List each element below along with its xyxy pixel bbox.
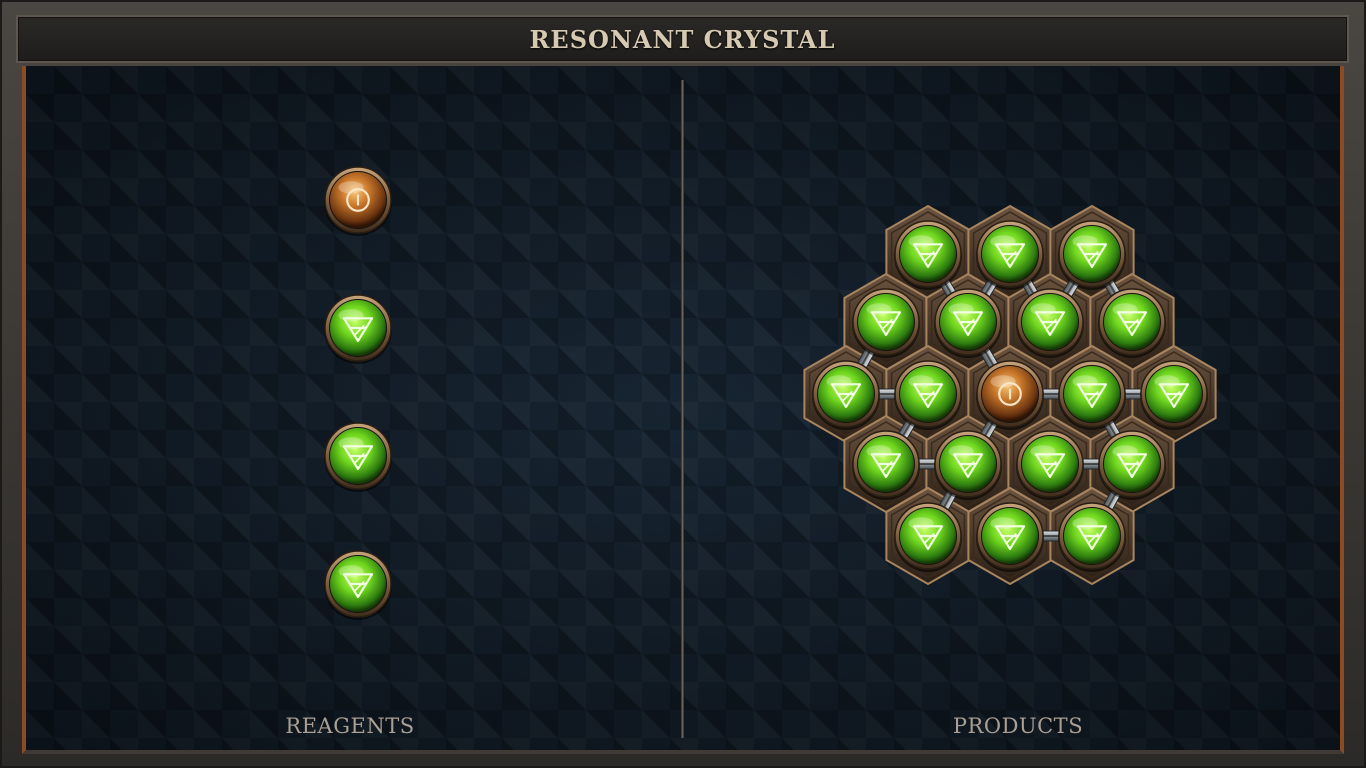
- earth-triangle-icon: [342, 317, 374, 343]
- window-title: RESONANT CRYSTAL: [529, 24, 836, 54]
- reagents-label: REAGENTS: [285, 714, 415, 738]
- products-label: PRODUCTS: [952, 714, 1084, 738]
- reagent-orb-green[interactable]: [319, 289, 397, 367]
- reagent-orb-green[interactable]: [319, 417, 397, 495]
- earth-triangle-icon: [342, 445, 374, 471]
- earth-triangle-icon: [342, 573, 374, 599]
- reagent-orb-amber[interactable]: [319, 161, 397, 239]
- circle-symbol-icon: [346, 188, 370, 212]
- reagent-orb-green[interactable]: [319, 545, 397, 623]
- title-bar: RESONANT CRYSTAL: [16, 15, 1349, 63]
- panel-divider: [681, 80, 684, 738]
